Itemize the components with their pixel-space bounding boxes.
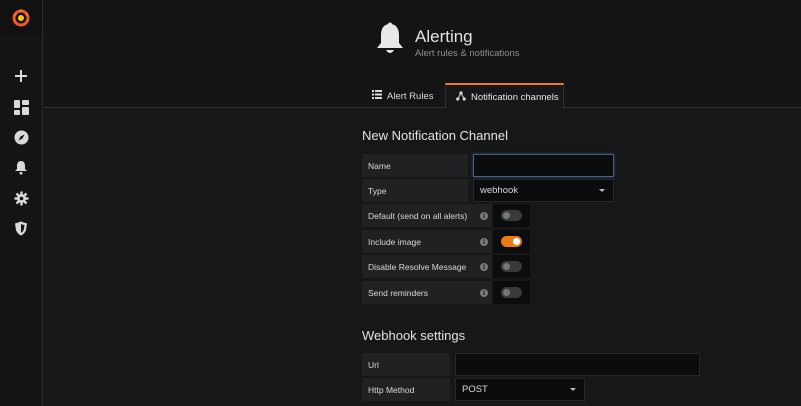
bell-icon xyxy=(374,22,410,60)
webhook-settings-title: Webhook settings xyxy=(362,328,466,343)
name-label: Name xyxy=(362,154,468,177)
http-method-select[interactable]: POST xyxy=(455,378,585,401)
page-header: Alerting Alert rules & notifications Ale… xyxy=(44,0,801,109)
name-input[interactable] xyxy=(473,154,614,177)
http-method-value: POST xyxy=(462,384,488,395)
toggle-off xyxy=(501,210,522,221)
grafana-logo[interactable] xyxy=(0,0,42,34)
type-label: Type xyxy=(362,179,468,202)
plus-icon[interactable] xyxy=(10,65,32,87)
info-icon[interactable]: i xyxy=(480,289,488,297)
url-input[interactable] xyxy=(455,353,700,376)
tab-alert-rules-label: Alert Rules xyxy=(387,90,434,102)
tab-notification-channels-label: Notification channels xyxy=(471,91,559,103)
toggle-on xyxy=(501,236,522,247)
gear-icon[interactable] xyxy=(10,187,32,209)
grid-icon[interactable] xyxy=(10,96,32,118)
default-switch[interactable] xyxy=(493,204,530,227)
list-icon xyxy=(372,90,382,102)
type-select-value: webhook xyxy=(480,185,519,196)
info-icon[interactable]: i xyxy=(480,238,488,246)
tab-alert-rules[interactable]: Alert Rules xyxy=(372,83,433,109)
send-reminders-switch[interactable] xyxy=(493,281,530,304)
info-icon[interactable]: i xyxy=(480,212,488,220)
caret-down-icon xyxy=(599,189,605,192)
compass-icon[interactable] xyxy=(10,126,32,148)
form-title: New Notification Channel xyxy=(362,128,508,143)
shield-icon[interactable] xyxy=(10,217,32,239)
include-image-switch[interactable] xyxy=(493,230,530,253)
disable-resolve-label: Disable Resolve Message xyxy=(362,255,492,278)
side-menu xyxy=(0,0,43,406)
share-icon xyxy=(456,90,466,104)
toggle-off xyxy=(501,287,522,298)
url-label: Url xyxy=(362,353,450,376)
page-subtitle: Alert rules & notifications xyxy=(415,48,520,59)
bell-icon[interactable] xyxy=(10,156,32,178)
caret-down-icon xyxy=(570,388,576,391)
http-method-label: Http Method xyxy=(362,378,450,401)
disable-resolve-switch[interactable] xyxy=(493,255,530,278)
info-icon[interactable]: i xyxy=(480,263,488,271)
type-select[interactable]: webhook xyxy=(473,179,614,202)
page-title: Alerting xyxy=(415,27,473,46)
default-switch-label: Default (send on all alerts) xyxy=(362,204,492,227)
toggle-off xyxy=(501,261,522,272)
send-reminders-label: Send reminders xyxy=(362,281,492,304)
include-image-label: Include image xyxy=(362,230,492,253)
tab-notification-channels[interactable]: Notification channels xyxy=(445,83,564,109)
